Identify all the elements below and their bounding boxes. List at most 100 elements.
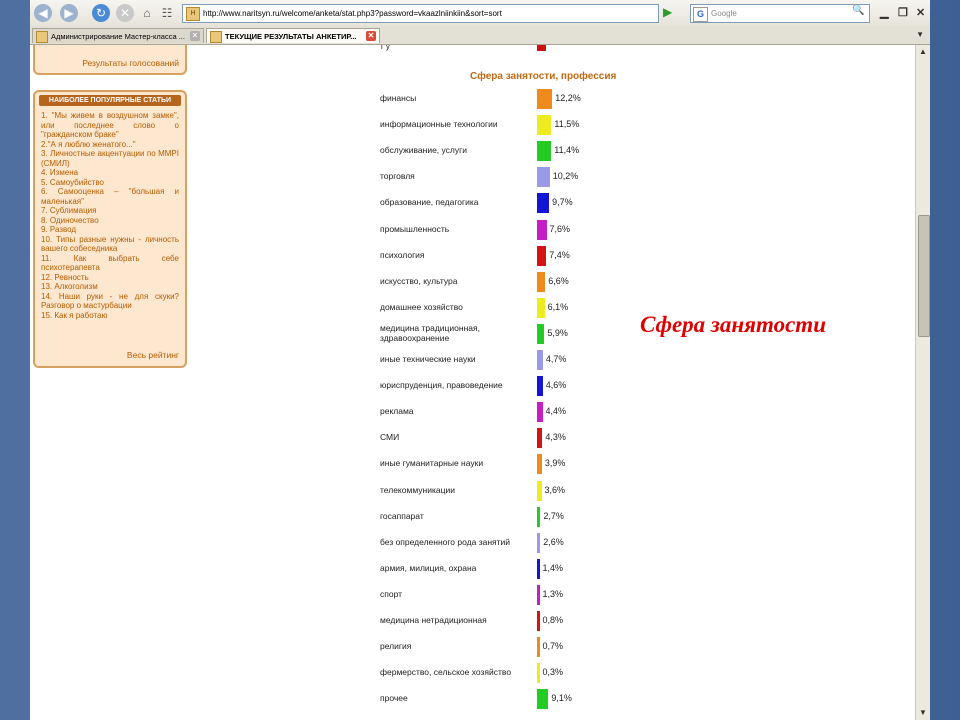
- tab-label: Администрирование Мастер-класса ...: [51, 32, 185, 41]
- tabs-menu-icon[interactable]: ▼: [916, 30, 924, 39]
- value-label: 4,7%: [545, 354, 567, 364]
- bookmark-icon[interactable]: ☷: [158, 4, 176, 22]
- minimize-icon[interactable]: ▁: [880, 6, 888, 19]
- category-label: информационные технологии: [380, 119, 498, 130]
- bar: [537, 532, 541, 553]
- value-label: 11,5%: [554, 119, 580, 130]
- search-field[interactable]: G Google: [690, 4, 870, 23]
- bar: [537, 428, 543, 449]
- chart-title: Сфера занятости, профессия: [470, 71, 617, 82]
- bar: [537, 323, 545, 344]
- navigation-toolbar: ◀ ▶ ↻ ✕ ⌂ ☷ Нhttp://www.naritsyn.ru/welc…: [30, 0, 930, 27]
- category-label: прочее: [380, 693, 408, 704]
- value-label: 6,6%: [548, 275, 569, 286]
- article-link[interactable]: 3. Личностные акцентуации по MMPI (СМИЛ): [41, 149, 179, 168]
- tab-favicon: [36, 31, 48, 43]
- value-label: 0,3%: [542, 667, 564, 678]
- bar: [537, 245, 547, 266]
- popular-articles-header: НАИБОЛЕЕ ПОПУЛЯРНЫЕ СТАТЬИ: [39, 95, 181, 106]
- search-icon[interactable]: 🔍: [852, 5, 866, 19]
- category-label: торговля: [380, 171, 415, 182]
- restore-icon[interactable]: ❐: [898, 6, 908, 19]
- back-icon[interactable]: ◀: [34, 4, 52, 22]
- bar: [537, 584, 540, 605]
- bar: [537, 297, 545, 318]
- site-favicon: Н: [186, 7, 200, 21]
- article-link[interactable]: 4. Измена: [41, 168, 179, 178]
- value-label: 11,4%: [554, 145, 580, 156]
- value-label: 6,1%: [547, 301, 569, 312]
- bar: [537, 115, 552, 136]
- google-icon[interactable]: G: [693, 7, 708, 22]
- value-label: 3,9%: [544, 458, 566, 469]
- scroll-thumb[interactable]: [918, 215, 930, 337]
- bar: [537, 167, 550, 188]
- article-link[interactable]: 9. Развод: [41, 225, 179, 235]
- close-window-icon[interactable]: ✕: [916, 6, 925, 19]
- category-label: госаппарат: [380, 510, 424, 521]
- bar: [537, 271, 546, 292]
- article-link[interactable]: 11. Как выбрать себе психотерапевта: [41, 254, 179, 273]
- go-icon[interactable]: ▶: [663, 5, 677, 21]
- category-label: религия: [380, 641, 412, 652]
- category-label: телекоммуникации: [380, 484, 455, 495]
- article-link[interactable]: 13. Алкоголизм: [41, 282, 179, 292]
- value-label: 7,4%: [549, 249, 570, 260]
- tab-results[interactable]: ТЕКУЩИЕ РЕЗУЛЬТАТЫ АНКЕТИР... ✕: [206, 28, 380, 43]
- bar: [537, 637, 540, 658]
- article-link[interactable]: 8. Одиночество: [41, 216, 179, 226]
- category-label: психология: [380, 249, 425, 260]
- value-label: 4,3%: [545, 432, 566, 443]
- tab-close-icon[interactable]: ✕: [190, 31, 200, 41]
- bar: [537, 89, 553, 109]
- article-link[interactable]: 12. Ревность: [41, 273, 179, 283]
- results-link[interactable]: Результаты голосований: [82, 58, 179, 68]
- reload-icon[interactable]: ↻: [92, 4, 110, 22]
- tab-bar: Администрирование Мастер-класса ... ✕ ТЕ…: [30, 26, 930, 45]
- bar: [537, 193, 550, 214]
- category-label: СМИ: [380, 432, 400, 443]
- bar: [537, 350, 543, 370]
- address-bar[interactable]: Нhttp://www.naritsyn.ru/welcome/anketa/s…: [182, 4, 659, 23]
- value-label: 4,6%: [545, 380, 567, 391]
- clipped-bar: [537, 45, 546, 51]
- clipped-row-label: т у: [380, 45, 390, 51]
- value-label: 2,6%: [543, 536, 564, 547]
- bar: [537, 402, 543, 423]
- value-label: 1,3%: [542, 588, 564, 599]
- article-link[interactable]: 5. Самоубийство: [41, 178, 179, 188]
- page-content: Результаты голосований НАИБОЛЕЕ ПОПУЛЯРН…: [30, 45, 915, 720]
- category-label: армия, милиция, охрана: [380, 562, 477, 573]
- search-placeholder: Google: [711, 9, 737, 18]
- forward-icon[interactable]: ▶: [60, 4, 78, 22]
- scroll-down-icon[interactable]: ▼: [918, 708, 928, 718]
- scroll-up-icon[interactable]: ▲: [918, 47, 928, 57]
- category-label: промышленность: [380, 223, 450, 234]
- article-list: 1. "Мы живем в воздушном замке", или пос…: [41, 111, 179, 320]
- bar: [537, 663, 540, 684]
- home-icon[interactable]: ⌂: [138, 4, 156, 22]
- tab-admin[interactable]: Администрирование Мастер-класса ... ✕: [32, 28, 204, 43]
- tab-favicon: [210, 31, 222, 43]
- stop-icon[interactable]: ✕: [116, 4, 134, 22]
- article-link[interactable]: 15. Как я работаю: [41, 311, 179, 321]
- article-link[interactable]: 10. Типы разные нужны - личность вашего …: [41, 235, 179, 254]
- tab-close-icon[interactable]: ✕: [366, 31, 376, 41]
- bar: [537, 454, 542, 475]
- article-link[interactable]: 6. Самооценка – "большая и маленькая": [41, 187, 179, 206]
- category-label: иные технические науки: [380, 354, 476, 364]
- vertical-scrollbar[interactable]: ▲ ▼: [915, 45, 930, 720]
- article-link[interactable]: 2."А я люблю женатого...": [41, 140, 179, 150]
- article-link[interactable]: 14. Наши руки - не для скуки? Разговор о…: [41, 292, 179, 311]
- article-link[interactable]: 7. Сублимация: [41, 206, 179, 216]
- article-link[interactable]: 1. "Мы живем в воздушном замке", или пос…: [41, 111, 179, 140]
- category-label: медицина нетрадиционная: [380, 615, 487, 625]
- value-label: 10,2%: [552, 171, 579, 182]
- full-rating-link[interactable]: Весь рейтинг: [127, 350, 179, 360]
- popular-articles-box: НАИБОЛЕЕ ПОПУЛЯРНЫЕ СТАТЬИ 1. "Мы живем …: [33, 90, 187, 368]
- bar: [537, 506, 541, 527]
- value-label: 4,4%: [545, 406, 567, 417]
- bar: [537, 689, 549, 710]
- bar: [537, 219, 547, 240]
- category-label: обслуживание, услуги: [380, 145, 467, 156]
